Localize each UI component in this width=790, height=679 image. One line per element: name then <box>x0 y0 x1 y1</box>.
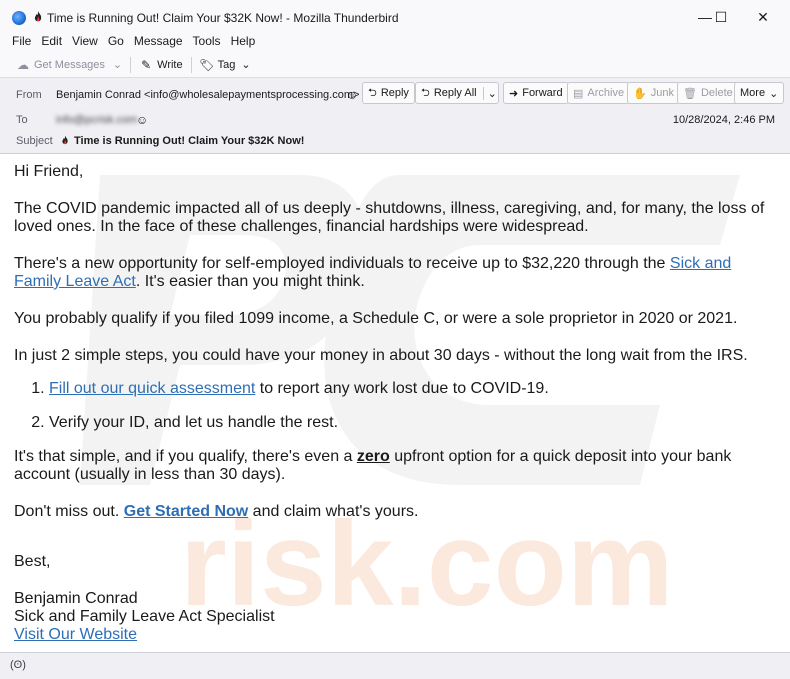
menu-help[interactable]: Help <box>226 34 261 52</box>
more-button[interactable]: More ⌄ <box>734 82 785 104</box>
greeting: Hi Friend, <box>14 163 84 180</box>
toolbar-divider <box>190 56 192 73</box>
from-value[interactable]: Benjamin Conrad <info@wholesalepaymentsp… <box>56 89 359 101</box>
trash-icon: 🗑 <box>683 87 697 100</box>
paragraph-opportunity: There's a new opportunity for self-emplo… <box>14 255 732 290</box>
zero-emphasis: zero <box>356 448 390 465</box>
chevron-down-icon: ⌄ <box>769 87 779 100</box>
cloud-download-icon: ☁ <box>17 57 29 72</box>
junk-icon: ✋ <box>633 87 647 100</box>
message-header: From Benjamin Conrad <info@wholesalepaym… <box>0 78 790 154</box>
message-text: Hi Friend, The COVID pandemic impacted a… <box>14 163 780 644</box>
tag-button[interactable]: 🏷 Tag ⌄ <box>196 54 255 76</box>
forward-icon: ➜ <box>509 87 519 100</box>
maximize-button[interactable]: ☐ <box>706 6 736 28</box>
menu-message[interactable]: Message <box>129 34 188 52</box>
menu-view[interactable]: View <box>67 34 103 52</box>
steps-list: Fill out our quick assessment to report … <box>49 380 780 432</box>
to-contact-icon[interactable]: ☺ <box>136 113 148 127</box>
menu-bar: File Edit View Go Message Tools Help <box>0 34 790 52</box>
archive-icon: ▤ <box>573 87 584 100</box>
chevron-down-icon[interactable]: ⌄ <box>482 86 497 100</box>
reply-icon: ⮌ <box>368 86 377 99</box>
forward-button[interactable]: ➜ Forward <box>503 82 569 104</box>
status-bar: (ʘ) <box>0 652 790 679</box>
reply-all-button[interactable]: ⮌ Reply All ⌄ <box>415 82 499 104</box>
chevron-down-icon: ⌄ <box>112 59 123 71</box>
connection-status-icon[interactable]: (ʘ) <box>10 659 26 671</box>
menu-tools[interactable]: Tools <box>188 34 226 52</box>
to-value[interactable]: info@pcrisk.com <box>56 114 137 126</box>
title-bar: Time is Running Out! Claim Your $32K Now… <box>0 0 790 34</box>
delete-button[interactable]: 🗑 Delete <box>677 82 739 104</box>
junk-button[interactable]: ✋ Junk <box>627 82 680 104</box>
subject-label: Subject <box>16 135 53 147</box>
subject-value: Time is Running Out! Claim Your $32K Now… <box>74 135 305 147</box>
fire-emoji-icon <box>34 11 42 22</box>
get-messages-button[interactable]: ☁ Get Messages <box>12 54 109 76</box>
from-contact-icon[interactable]: ☺ <box>346 88 358 102</box>
get-messages-dropdown[interactable]: ⌄ <box>109 54 126 76</box>
pencil-icon: ✎ <box>141 57 152 72</box>
main-toolbar: ☁ Get Messages ⌄ ✎ Write 🏷 Tag ⌄ <box>0 52 790 78</box>
to-label: To <box>16 114 28 126</box>
paragraph-covid: The COVID pandemic impacted all of us de… <box>14 200 765 235</box>
paragraph-cta: Don't miss out. Get Started Now and clai… <box>14 503 419 520</box>
quick-assessment-link[interactable]: Fill out our quick assessment <box>49 380 255 397</box>
reply-all-icon: ⮌ <box>421 86 430 99</box>
write-button[interactable]: ✎ Write <box>135 54 186 76</box>
visit-website-link[interactable]: Visit Our Website <box>14 626 137 643</box>
message-body: risk.com Hi Friend, The COVID pandemic i… <box>0 155 790 652</box>
reply-button[interactable]: ⮌ Reply <box>362 82 415 104</box>
paragraph-qualify: You probably qualify if you filed 1099 i… <box>14 310 738 327</box>
signature-title: Sick and Family Leave Act Specialist <box>14 608 275 625</box>
get-started-link[interactable]: Get Started Now <box>124 503 248 520</box>
paragraph-zero-upfront: It's that simple, and if you qualify, th… <box>14 448 732 483</box>
menu-edit[interactable]: Edit <box>36 34 67 52</box>
signature-name: Benjamin Conrad <box>14 590 138 607</box>
window-title: Time is Running Out! Claim Your $32K Now… <box>47 11 399 25</box>
maximize-icon: ☐ <box>714 8 728 25</box>
fire-emoji-icon <box>62 135 68 145</box>
archive-button[interactable]: ▤ Archive <box>567 82 631 104</box>
menu-go[interactable]: Go <box>103 34 129 52</box>
signature: Benjamin Conrad Sick and Family Leave Ac… <box>14 590 780 644</box>
from-label: From <box>16 89 42 101</box>
close-button[interactable]: ✕ <box>748 6 778 28</box>
menu-file[interactable]: File <box>7 34 36 52</box>
thunderbird-logo-icon <box>12 11 26 25</box>
toolbar-divider <box>130 56 132 73</box>
chevron-down-icon: ⌄ <box>241 59 251 71</box>
step-item: Verify your ID, and let us handle the re… <box>49 414 780 432</box>
tag-icon: 🏷 <box>199 57 215 72</box>
paragraph-steps-intro: In just 2 simple steps, you could have y… <box>14 347 748 364</box>
step-item: Fill out our quick assessment to report … <box>49 380 780 398</box>
closing: Best, <box>14 553 51 570</box>
message-date: 10/28/2024, 2:46 PM <box>672 114 775 126</box>
close-icon: ✕ <box>757 8 769 25</box>
